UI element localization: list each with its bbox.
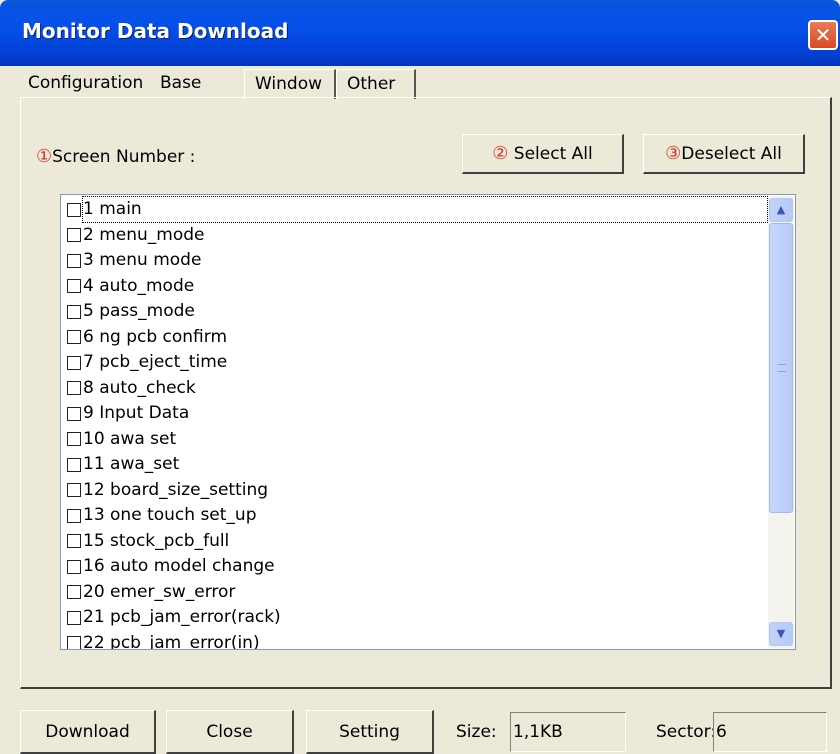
checkbox[interactable] bbox=[67, 355, 81, 370]
screen-list[interactable]: 1 main 2 menu_mode 3 menu mode 4 auto_mo… bbox=[60, 194, 796, 650]
select-all-label: Select All bbox=[513, 144, 593, 164]
checkbox[interactable] bbox=[67, 202, 81, 217]
select-all-button[interactable]: ② Select All bbox=[462, 134, 624, 174]
list-item[interactable]: 1 main bbox=[67, 196, 768, 224]
checkbox[interactable] bbox=[67, 559, 81, 574]
deselect-all-label: Deselect All bbox=[681, 144, 782, 164]
marker-2: ② bbox=[492, 143, 509, 164]
checkbox[interactable] bbox=[67, 585, 81, 600]
title-bar[interactable]: Monitor Data Download ✕ bbox=[0, 0, 840, 66]
list-item[interactable]: 9 Input Data bbox=[67, 401, 767, 427]
window-title: Monitor Data Download bbox=[22, 19, 289, 43]
close-button[interactable]: Close bbox=[166, 710, 294, 754]
list-item[interactable]: 10 awa set bbox=[67, 427, 767, 453]
checkbox[interactable] bbox=[67, 279, 81, 294]
checkbox[interactable] bbox=[67, 508, 81, 523]
close-window-button[interactable]: ✕ bbox=[808, 20, 838, 50]
list-item[interactable]: 7 pcb_eject_time bbox=[67, 350, 767, 376]
screen-list-items: 1 main 2 menu_mode 3 menu mode 4 auto_mo… bbox=[67, 196, 768, 649]
checkbox[interactable] bbox=[67, 228, 81, 243]
scroll-down-icon[interactable]: ▼ bbox=[769, 622, 793, 646]
deselect-all-button[interactable]: ③Deselect All bbox=[643, 134, 805, 174]
screen-number-label: ①Screen Number : bbox=[36, 146, 195, 167]
grip-icon bbox=[778, 364, 786, 372]
setting-button[interactable]: Setting bbox=[306, 710, 434, 754]
list-item[interactable]: 20 emer_sw_error bbox=[67, 580, 767, 606]
tab-window[interactable]: Window bbox=[244, 69, 336, 99]
checkbox[interactable] bbox=[67, 457, 81, 472]
checkbox[interactable] bbox=[67, 432, 81, 447]
size-value: 1,1KB bbox=[510, 712, 626, 752]
tab-base[interactable]: Base bbox=[150, 69, 212, 99]
download-button[interactable]: Download bbox=[20, 710, 156, 754]
checkbox[interactable] bbox=[67, 534, 81, 549]
checkbox[interactable] bbox=[67, 406, 81, 421]
list-item[interactable]: 22 pcb_jam_error(in) bbox=[67, 631, 767, 649]
list-item[interactable]: 13 one touch set_up bbox=[67, 503, 767, 529]
list-item[interactable]: 12 board_size_setting bbox=[67, 478, 767, 504]
list-item[interactable]: 21 pcb_jam_error(rack) bbox=[67, 605, 767, 631]
monitor-data-download-dialog: Monitor Data Download ✕ Configuration Ba… bbox=[0, 0, 840, 754]
checkbox[interactable] bbox=[67, 253, 81, 268]
screen-number-text: Screen Number : bbox=[52, 147, 196, 167]
list-item[interactable]: 15 stock_pcb_full bbox=[67, 529, 767, 555]
list-item[interactable]: 11 awa_set bbox=[67, 452, 767, 478]
list-item[interactable]: 8 auto_check bbox=[67, 376, 767, 402]
list-item[interactable]: 3 menu mode bbox=[67, 248, 767, 274]
marker-1: ① bbox=[36, 146, 53, 167]
tab-other[interactable]: Other bbox=[336, 69, 416, 99]
checkbox[interactable] bbox=[67, 381, 81, 396]
checkbox[interactable] bbox=[67, 610, 81, 625]
size-label: Size: bbox=[456, 722, 497, 742]
scrollbar-thumb[interactable] bbox=[769, 223, 793, 513]
sector-value: 6 bbox=[713, 712, 827, 752]
checkbox[interactable] bbox=[67, 330, 81, 345]
list-item[interactable]: 6 ng pcb confirm bbox=[67, 325, 767, 351]
checkbox[interactable] bbox=[67, 636, 81, 649]
checkbox[interactable] bbox=[67, 304, 81, 319]
marker-3: ③ bbox=[665, 143, 682, 164]
list-item[interactable]: 5 pass_mode bbox=[67, 299, 767, 325]
list-item[interactable]: 4 auto_mode bbox=[67, 274, 767, 300]
tab-configuration[interactable]: Configuration bbox=[24, 69, 154, 99]
scroll-up-icon[interactable]: ▲ bbox=[769, 198, 793, 222]
list-item[interactable]: 16 auto model change bbox=[67, 554, 767, 580]
list-item[interactable]: 2 menu_mode bbox=[67, 223, 767, 249]
vertical-scrollbar[interactable]: ▲ ▼ bbox=[768, 196, 794, 648]
checkbox[interactable] bbox=[67, 483, 81, 498]
sector-label: Sector: bbox=[656, 722, 717, 742]
